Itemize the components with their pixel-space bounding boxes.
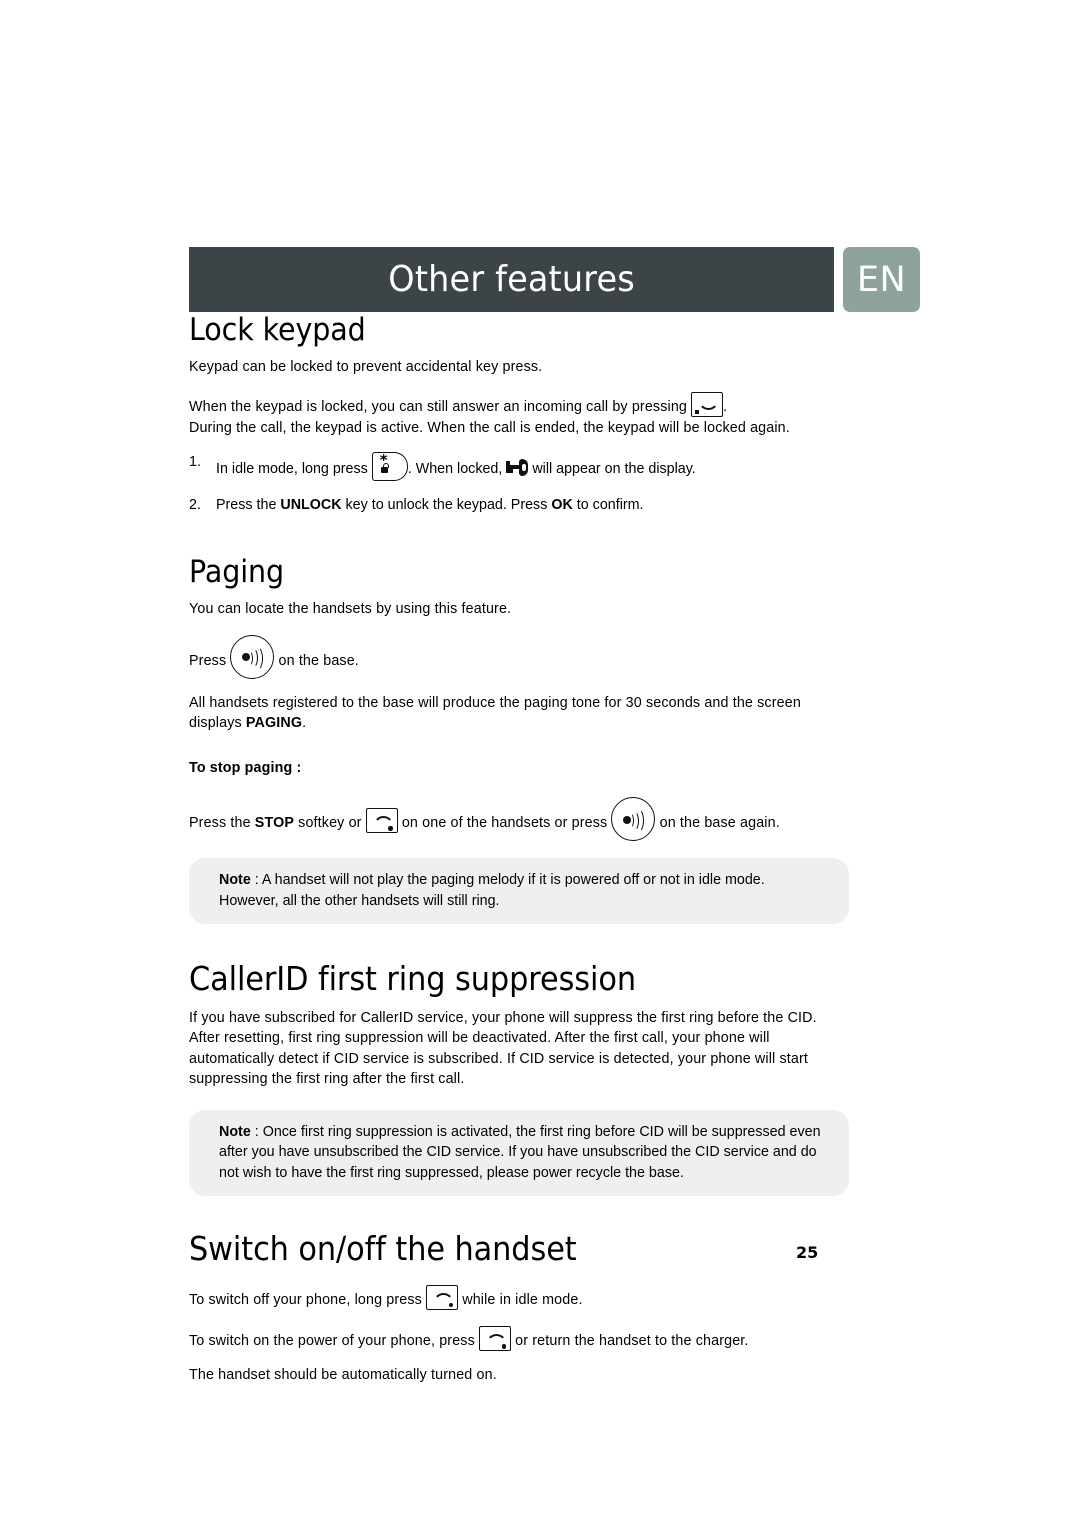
star-lock-key-icon: *: [371, 452, 408, 482]
step-1-text-after: will appear on the display.: [532, 461, 696, 478]
stop-paging-text-1: Press the: [189, 815, 255, 832]
paging-button-icon: [230, 634, 275, 679]
section-heading-switch-onoff: Switch on/off the handset: [189, 1229, 577, 1269]
switch-on-note: The handset should be automatically turn…: [189, 1366, 497, 1383]
stop-paging-instruction: Press the STOP softkey or on one of the …: [189, 797, 849, 842]
paging-press-before: Press: [189, 652, 227, 669]
hangup-key-icon: [365, 808, 398, 834]
paging-press-after: on the base.: [278, 652, 359, 669]
lock-keypad-answer-text-before: When the keypad is locked, you can still…: [189, 399, 688, 416]
step-2-text: Press the UNLOCK key to unlock the keypa…: [216, 495, 849, 516]
stop-paging-text-2: softkey or: [294, 815, 362, 832]
ok-key-label: OK: [551, 497, 573, 514]
page-content: Lock keypad Keypad can be locked to prev…: [189, 312, 849, 1385]
language-tab-label: EN: [856, 259, 907, 300]
note-separator-callerid: :: [250, 1123, 263, 1140]
switch-off-text-after: while in idle mode.: [462, 1291, 583, 1308]
answer-call-key-icon: [691, 392, 724, 418]
switch-on-line: To switch on the power of your phone, pr…: [189, 1326, 849, 1352]
switch-on-text-after: or return the handset to the charger.: [515, 1333, 749, 1350]
note-text-callerid: Once first ring suppression is activated…: [219, 1123, 821, 1181]
lock-keypad-step-2: 2. Press the UNLOCK key to unlock the ke…: [189, 495, 849, 516]
page-header: Other features EN: [189, 247, 920, 312]
note-box-callerid: Note : Once first ring suppression is ac…: [189, 1109, 849, 1197]
callerid-body: If you have subscribed for CallerID serv…: [189, 1009, 817, 1088]
note-box-paging: Note : A handset will not play the pagin…: [189, 858, 849, 925]
paging-screen-text: PAGING: [245, 715, 303, 732]
paging-intro: You can locate the handsets by using thi…: [189, 601, 512, 618]
paging-description: All handsets registered to the base will…: [189, 693, 849, 734]
keypad-lock-display-icon: [506, 458, 529, 478]
lock-keypad-answer-line2: During the call, the keypad is active. W…: [189, 419, 790, 436]
paging-button-icon-2: [611, 797, 656, 842]
step-2-text-part3: to confirm.: [572, 497, 644, 514]
paging-description-end: .: [302, 715, 307, 732]
unlock-key-label: UNLOCK: [280, 497, 342, 514]
stop-softkey-label: STOP: [254, 815, 295, 832]
note-label-callerid: Note: [219, 1123, 251, 1140]
lock-keypad-step-1: 1. In idle mode, long press * . When loc…: [189, 452, 849, 482]
page-number: 25: [796, 1243, 819, 1262]
header-title-bar: Other features: [189, 247, 834, 312]
lock-keypad-answer-paragraph: When the keypad is locked, you can still…: [189, 392, 849, 438]
lock-keypad-intro: Keypad can be locked to prevent accident…: [189, 358, 543, 375]
paging-press-line: Press on the base.: [189, 634, 849, 679]
page-title: Other features: [388, 259, 635, 300]
language-tab: EN: [843, 247, 920, 312]
step-1-number: 1.: [189, 454, 201, 471]
section-heading-paging: Paging: [189, 553, 285, 590]
manual-page: Other features EN Lock keypad Keypad can…: [0, 0, 1080, 1528]
note-separator-paging: :: [250, 872, 262, 889]
step-1-text: In idle mode, long press * . When locked…: [216, 452, 849, 482]
hangup-key-icon-3: [479, 1326, 512, 1352]
step-2-number: 2.: [189, 497, 201, 514]
step-2-text-part1: Press the: [216, 497, 281, 514]
lock-keypad-answer-text-after: .: [723, 399, 728, 416]
stop-paging-text-3: on one of the handsets or press: [401, 815, 608, 832]
switch-on-text-before: To switch on the power of your phone, pr…: [189, 1333, 475, 1350]
switch-off-line: To switch off your phone, long press whi…: [189, 1284, 849, 1311]
stop-paging-label: To stop paging :: [189, 759, 302, 776]
step-2-text-part2: key to unlock the keypad. Press: [341, 497, 552, 514]
note-text-paging: A handset will not play the paging melod…: [219, 872, 765, 909]
step-1-text-before: In idle mode, long press: [216, 461, 368, 478]
step-1-text-middle: . When locked,: [407, 461, 503, 478]
section-heading-callerid: CallerID first ring suppression: [189, 959, 637, 999]
switch-off-text-before: To switch off your phone, long press: [189, 1291, 422, 1308]
stop-paging-text-4: on the base again.: [659, 815, 780, 832]
note-label-paging: Note: [219, 872, 251, 889]
hangup-key-icon-2: [426, 1284, 459, 1310]
section-heading-lock-keypad: Lock keypad: [189, 312, 366, 348]
